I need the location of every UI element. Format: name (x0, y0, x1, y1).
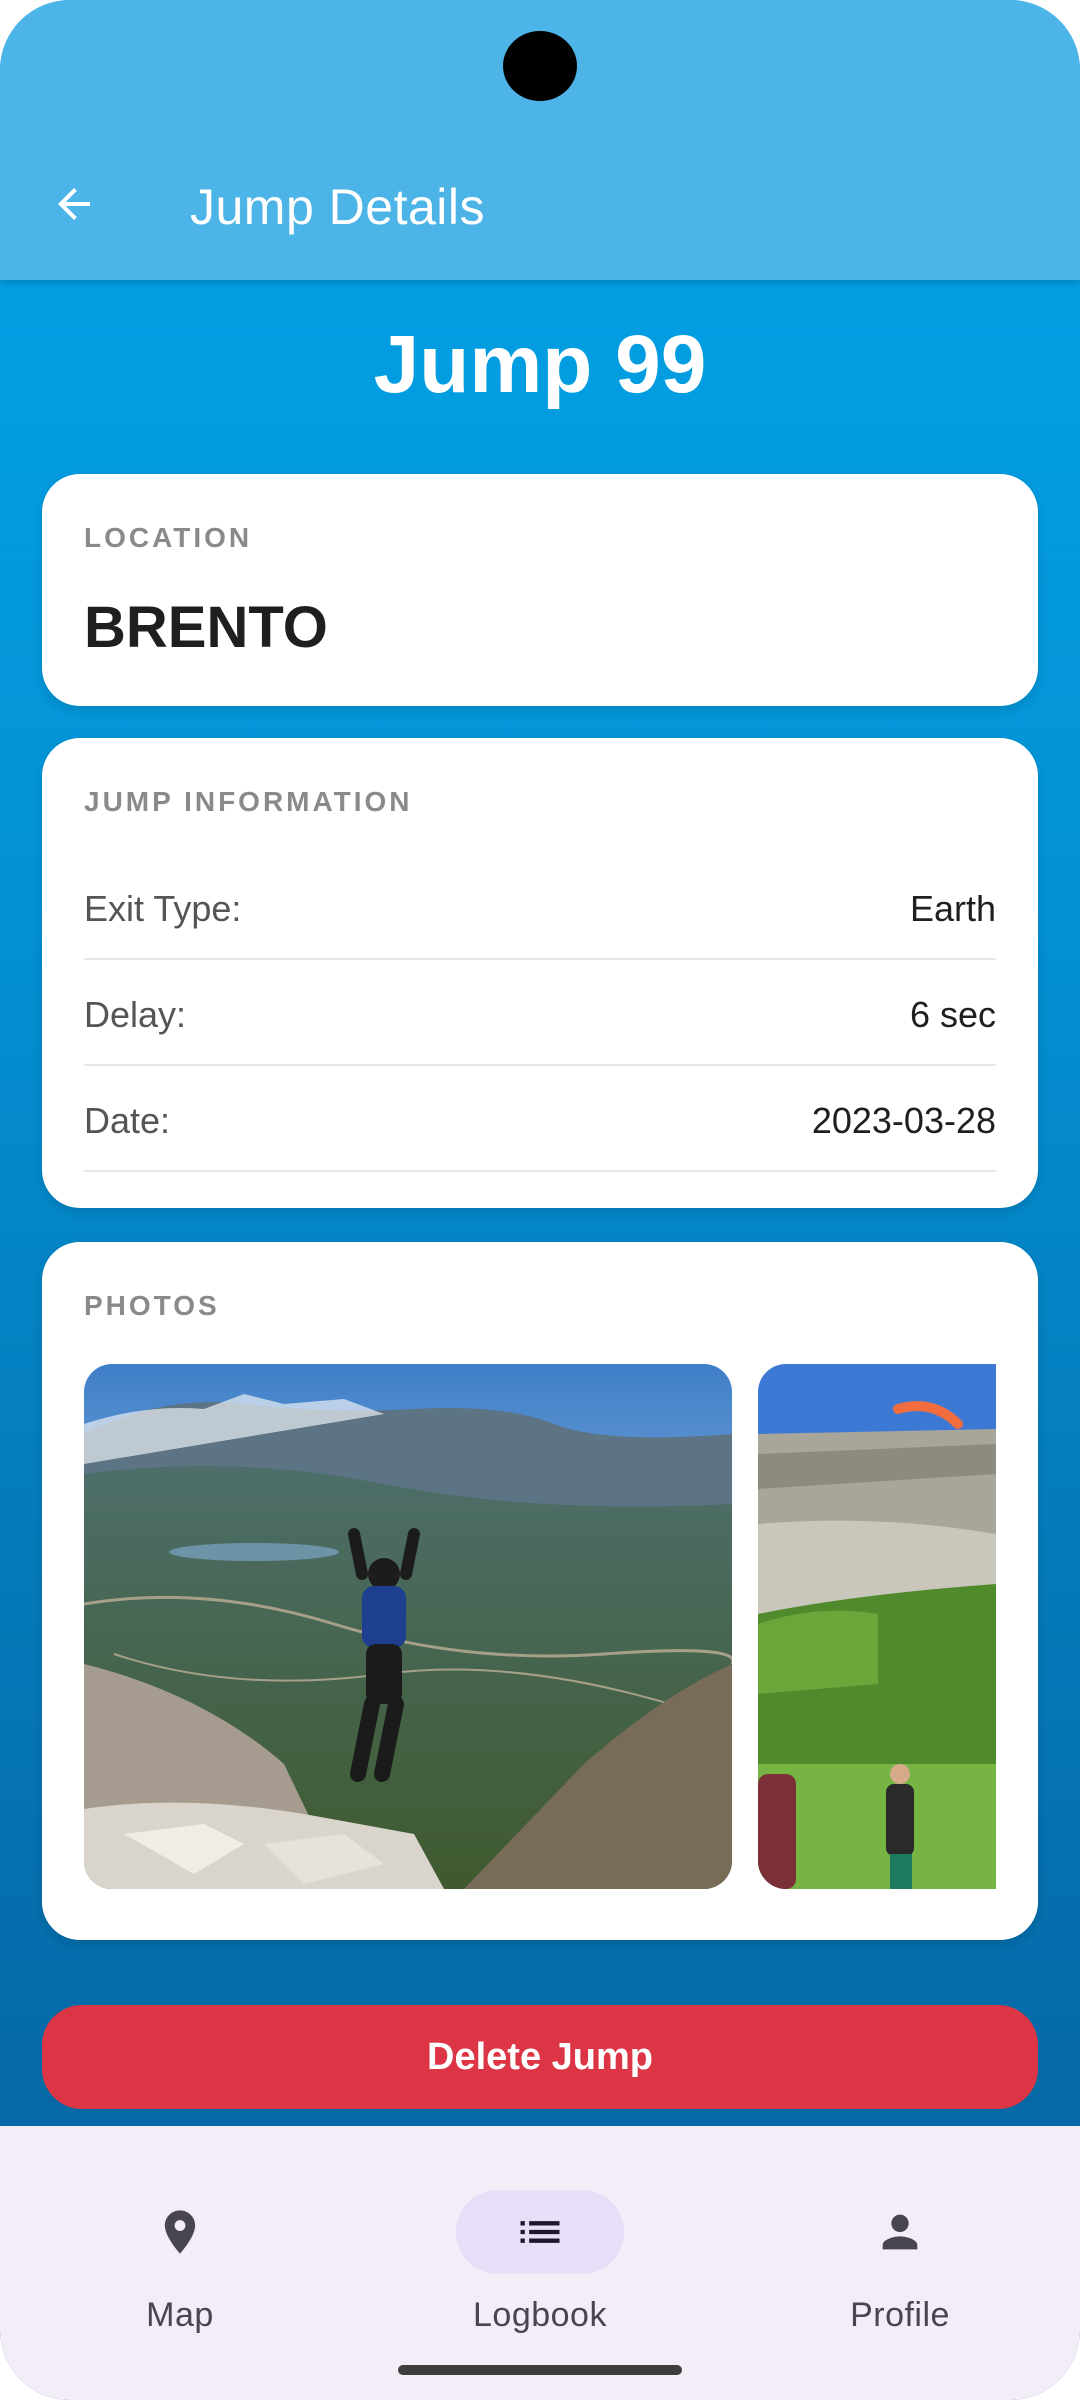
photo-landing-field[interactable] (758, 1364, 996, 1889)
nav-item-map[interactable]: Map (50, 2158, 310, 2334)
info-value: 2023-03-28 (811, 1100, 996, 1141)
location-value: BRENTO (84, 595, 328, 660)
info-key: Date: (84, 1100, 171, 1141)
nav-label-map: Map (146, 2296, 214, 2334)
location-card: LOCATION BRENTO (42, 474, 1038, 706)
info-row-date: Date: 2023-03-28 (84, 1066, 996, 1172)
nav-label-profile: Profile (850, 2296, 950, 2334)
info-row-exit-type: Exit Type: Earth (84, 854, 996, 960)
list-icon (508, 2200, 572, 2264)
nav-item-profile[interactable]: Profile (770, 2158, 1030, 2334)
jump-information-card: JUMP INFORMATION Exit Type: Earth Delay:… (42, 738, 1038, 1208)
back-button[interactable] (40, 170, 108, 238)
photo-jumper-over-valley[interactable] (84, 1364, 732, 1889)
info-key: Delay: (84, 994, 187, 1035)
arrow-back-icon (58, 188, 90, 220)
home-indicator[interactable] (398, 2365, 682, 2375)
info-value: 6 sec (909, 994, 996, 1035)
top-app-bar: Jump Details (0, 0, 1080, 280)
jump-title: Jump 99 (373, 319, 707, 410)
person-icon (868, 2200, 932, 2264)
nav-item-logbook[interactable]: Logbook (410, 2158, 670, 2334)
info-key: Exit Type: (84, 888, 242, 929)
appbar-title: Jump Details (190, 179, 485, 235)
photos-card: PHOTOS (42, 1242, 1038, 1940)
camera-cutout (503, 31, 577, 101)
delete-jump-button[interactable]: Delete Jump (42, 2005, 1038, 2109)
photos-label: PHOTOS (84, 1290, 220, 1321)
screen: Jump Details Jump 99 LOCATION BRENTO JUM… (0, 0, 1080, 2400)
nav-label-logbook: Logbook (473, 2296, 607, 2334)
info-row-delay: Delay: 6 sec (84, 960, 996, 1066)
location-pin-icon (148, 2200, 212, 2264)
info-value: Earth (909, 888, 996, 929)
bottom-navigation: Map Logbook Profile (0, 2126, 1080, 2400)
jump-information-label: JUMP INFORMATION (84, 786, 413, 817)
location-label: LOCATION (84, 522, 253, 553)
